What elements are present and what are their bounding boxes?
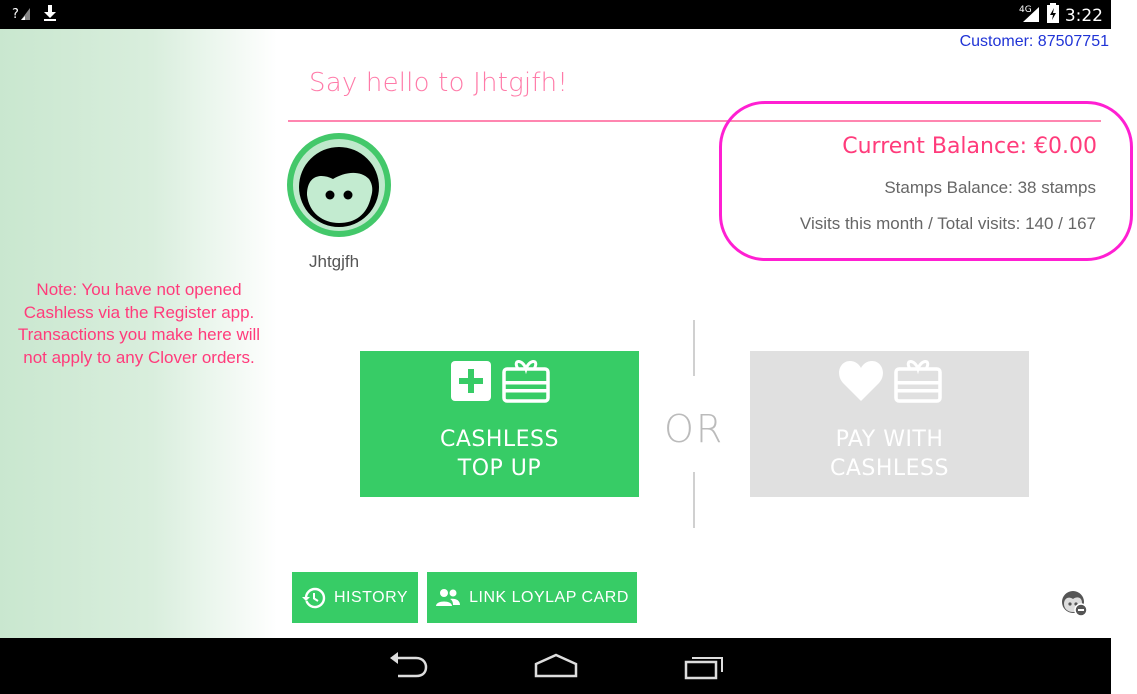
separator-bottom	[693, 472, 695, 528]
gift-card-icon	[893, 360, 942, 403]
heart-icon	[838, 361, 883, 401]
gift-card-icon	[501, 360, 550, 403]
separator-top	[693, 320, 695, 376]
topup-label-line2: TOP UP	[457, 456, 542, 481]
navigation-bar	[0, 638, 1111, 694]
history-button[interactable]: HISTORY	[292, 572, 418, 623]
history-icon	[301, 587, 326, 608]
avatar[interactable]	[287, 133, 391, 237]
network-4g-icon: 4G	[1019, 3, 1041, 28]
sidebar: Note: You have not opened Cashless via t…	[0, 29, 277, 638]
status-bar: ? 4G 3:22	[0, 0, 1111, 29]
pay-with-cashless-button[interactable]: PAY WITH CASHLESS	[750, 351, 1029, 497]
customer-name: Jhtgjfh	[309, 252, 360, 271]
pay-label-line1: PAY WITH	[835, 427, 944, 452]
svg-text:?: ?	[12, 7, 19, 22]
right-edge	[1111, 0, 1137, 694]
link-card-label: LINK LOYLAP CARD	[469, 588, 629, 606]
topup-label-line1: CASHLESS	[439, 427, 559, 452]
face-settings-icon[interactable]	[1061, 590, 1089, 623]
home-icon[interactable]	[533, 652, 579, 680]
face-icon	[299, 147, 379, 227]
or-label: OR	[664, 407, 725, 451]
status-time: 3:22	[1064, 5, 1103, 26]
register-note: Note: You have not opened Cashless via t…	[17, 280, 261, 367]
people-icon	[436, 588, 461, 606]
stamps-balance: Stamps Balance: 38 stamps	[884, 178, 1096, 197]
link-loylap-card-button[interactable]: LINK LOYLAP CARD	[427, 572, 637, 623]
customer-id: Customer: 87507751	[959, 33, 1109, 50]
signal-unknown-icon: ?	[12, 4, 32, 27]
recents-icon[interactable]	[684, 652, 726, 680]
visits-count: Visits this month / Total visits: 140 / …	[799, 214, 1096, 233]
back-icon[interactable]	[388, 652, 430, 680]
current-balance: Current Balance: €0.00	[842, 134, 1097, 159]
download-icon	[42, 4, 58, 27]
plus-box-icon	[450, 361, 491, 401]
history-label: HISTORY	[333, 588, 409, 606]
pay-label-line2: CASHLESS	[829, 456, 949, 481]
greeting-title: Say hello to Jhtgjfh!	[309, 68, 568, 98]
cashless-top-up-button[interactable]: CASHLESS TOP UP	[360, 351, 639, 497]
svg-text:4G: 4G	[1019, 5, 1032, 15]
battery-icon	[1046, 3, 1059, 28]
